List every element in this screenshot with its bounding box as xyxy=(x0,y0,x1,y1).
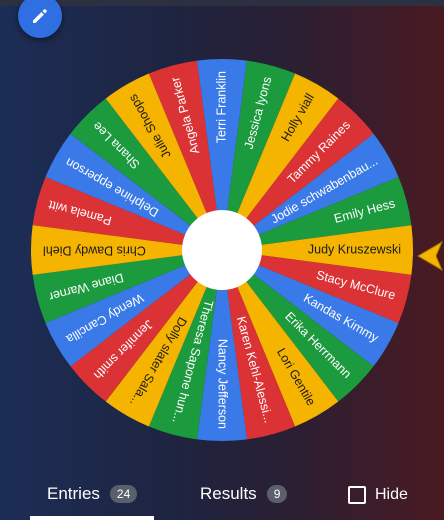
tab-results-label: Results xyxy=(200,484,257,503)
wheel-entry-label: Terri Franklin xyxy=(214,71,228,143)
pencil-icon xyxy=(33,9,47,23)
wheel-entry-label: Chris Dawdy Diehl xyxy=(43,244,146,258)
hide-label: Hide xyxy=(375,486,408,503)
wheel-hub[interactable] xyxy=(182,210,262,290)
bottom-tab-bar: Entries 24 Results 9 Hide xyxy=(0,478,444,520)
active-tab-indicator xyxy=(30,516,154,520)
wheel-pointer-icon xyxy=(417,240,444,272)
spin-wheel[interactable]: Judy KruszewskiStacy McClureKandas Kimmy… xyxy=(0,0,444,460)
results-count-badge: 9 xyxy=(266,485,288,503)
hide-checkbox[interactable] xyxy=(348,486,366,504)
tab-entries[interactable]: Entries 24 xyxy=(47,484,138,504)
wheel-entry-label: Judy Kruszewski xyxy=(308,242,401,256)
entries-count-badge: 24 xyxy=(109,485,138,503)
wheel-container: Judy Kruszewski Stacy McClure Kandas Kimmy… xyxy=(0,0,444,460)
wheel-entry-label: Nancy Jefferson xyxy=(216,339,230,429)
hide-toggle[interactable]: Hide xyxy=(348,486,408,504)
tab-entries-label: Entries xyxy=(47,484,100,503)
tab-results[interactable]: Results 9 xyxy=(200,484,288,504)
